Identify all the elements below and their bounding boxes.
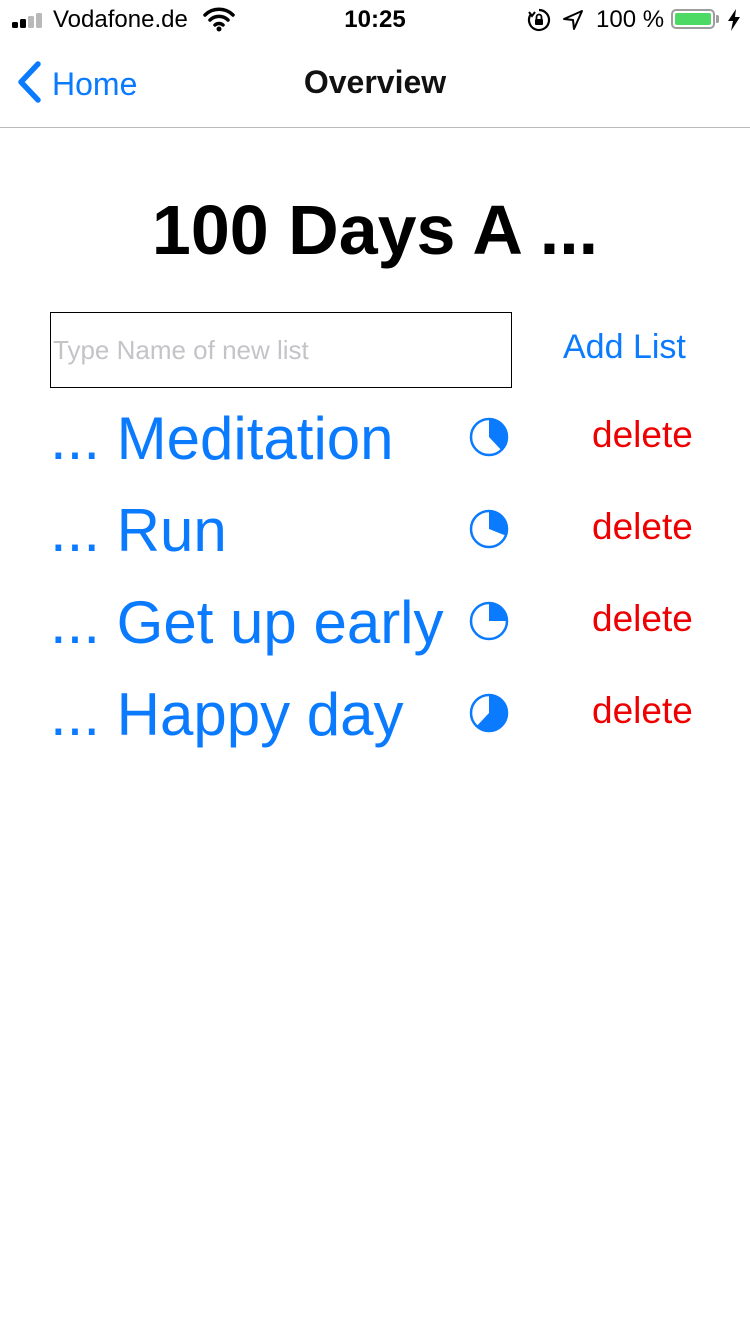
progress-pie-icon xyxy=(468,508,510,555)
battery-tip xyxy=(716,15,719,23)
progress-pie-icon xyxy=(468,692,510,739)
list-item: ... Run delete xyxy=(0,496,750,588)
list-item: ... Get up early delete xyxy=(0,588,750,680)
location-arrow-icon xyxy=(562,9,584,36)
battery-icon xyxy=(671,9,715,29)
navigation-bar: Home Overview xyxy=(0,40,750,128)
delete-button[interactable]: delete xyxy=(592,506,693,548)
list-name-link[interactable]: ... Get up early xyxy=(50,588,444,657)
battery-level-fill xyxy=(675,13,711,25)
delete-button[interactable]: delete xyxy=(592,598,693,640)
add-list-button[interactable]: Add List xyxy=(563,328,686,367)
progress-pie-slice xyxy=(489,603,507,621)
progress-pie-icon xyxy=(468,416,510,463)
list-name-link[interactable]: ... Run xyxy=(50,496,227,565)
list-name-link[interactable]: ... Meditation xyxy=(50,404,394,473)
charging-bolt-icon xyxy=(727,9,741,36)
list-name-link[interactable]: ... Happy day xyxy=(50,680,404,749)
progress-pie-icon xyxy=(468,600,510,647)
status-bar: Vodafone.de 10:25 100 % xyxy=(0,0,750,40)
battery-percentage: 100 % xyxy=(596,6,665,33)
delete-button[interactable]: delete xyxy=(592,414,693,456)
page-title: 100 Days A ... xyxy=(151,191,599,269)
list-item: ... Happy day delete xyxy=(0,680,750,772)
list-item: ... Meditation delete xyxy=(0,404,750,496)
rotation-lock-icon xyxy=(527,8,551,37)
delete-button[interactable]: delete xyxy=(592,690,693,732)
nav-title: Overview xyxy=(303,64,447,100)
new-list-name-input[interactable] xyxy=(50,312,512,388)
